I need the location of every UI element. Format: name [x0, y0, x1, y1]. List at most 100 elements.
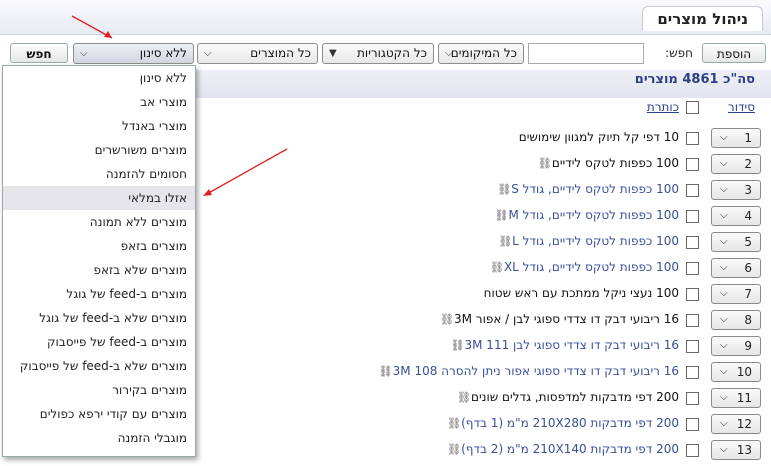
row-checkbox[interactable]	[686, 236, 699, 249]
sort-order-select[interactable]: 4 ⌵	[711, 206, 761, 226]
row-checkbox[interactable]	[686, 340, 699, 353]
link-icon: ⛓	[494, 209, 509, 222]
product-name-text: 16 ריבועי דבק דו צדדי ספוגי אפור ניתן לה…	[392, 364, 679, 378]
product-name-link[interactable]: 100 כפפות לטקס לידיים, גודל L⛓	[495, 234, 679, 248]
link-icon: ⛓	[537, 157, 552, 170]
sort-order-value: 7	[744, 287, 752, 301]
product-name-text: 100 כפפות לטקס לידיים, גודל M	[508, 208, 679, 222]
filter-menu-item[interactable]: מוצרים בקירור	[3, 378, 195, 402]
categories-select[interactable]: כל הקטגוריות ▼	[322, 43, 434, 64]
filter-menu-item[interactable]: מוצרים ב-feed של גוגל	[3, 282, 195, 306]
chevron-down-icon: ⌵	[720, 210, 728, 221]
product-name-link[interactable]: 16 ריבועי דבק דו צדדי ספוגי לבן / אפור 3…	[437, 312, 679, 326]
product-name-link[interactable]: 100 כפפות לטקס לידיים, גודל M⛓	[492, 208, 679, 222]
page-title: ניהול מוצרים	[642, 6, 763, 31]
filter-menu-item[interactable]: מוצרי אב	[3, 90, 195, 114]
filter-menu-item[interactable]: חסומים להזמנה	[3, 162, 195, 186]
row-checkbox[interactable]	[686, 158, 699, 171]
link-icon: ⛓	[498, 235, 513, 248]
row-checkbox[interactable]	[686, 366, 699, 379]
product-name-text: 16 ריבועי דבק דו צדדי ספוגי לבן 3M 111	[464, 338, 680, 352]
sort-header[interactable]: סידור	[728, 100, 755, 114]
sort-order-select[interactable]: 10 ⌵	[711, 362, 761, 382]
row-checkbox[interactable]	[686, 210, 699, 223]
product-name-link[interactable]: 16 ריבועי דבק דו צדדי ספוגי לבן 3M 111⛓	[448, 338, 679, 352]
row-checkbox[interactable]	[686, 288, 699, 301]
product-name-text: 100 כפפות לטקס לידיים	[551, 156, 679, 170]
filter-menu-item[interactable]: מוצרים עם קודי ירפא כפולים	[3, 402, 195, 426]
sort-order-select[interactable]: 8 ⌵	[711, 310, 761, 330]
product-name-link[interactable]: 10 דפי קל תיוק למגוון שימושים	[519, 130, 679, 144]
row-checkbox[interactable]	[686, 132, 699, 145]
toolbar: הוספת מוצר חפש: כל המיקומים ⌵ כל הקטגורי…	[0, 42, 771, 81]
sort-order-select[interactable]: 5 ⌵	[711, 232, 761, 252]
sort-order-value: 1	[744, 131, 752, 145]
sort-order-value: 4	[744, 209, 752, 223]
row-checkbox[interactable]	[686, 444, 699, 457]
filter-menu-item[interactable]: מוגבלי הזמנה	[3, 426, 195, 450]
link-icon: ⛓	[450, 339, 465, 352]
sort-order-select[interactable]: 7 ⌵	[711, 284, 761, 304]
title-header[interactable]: כותרת	[647, 100, 679, 114]
annotation-arrow	[203, 148, 288, 196]
filter-select-value: ללא סינון	[139, 46, 187, 60]
filter-menu-item[interactable]: מוצרים שלא ב-feed של פייסבוק	[3, 354, 195, 378]
filter-select[interactable]: ללא סינון ⌵	[73, 43, 194, 64]
table-row: 10 ⌵ 16 ריבועי דבק דו צדדי ספוגי אפור ניתן…	[200, 360, 771, 384]
chevron-down-icon: ⌵	[720, 158, 728, 169]
filter-menu-item[interactable]: מוצרים שלא ב-feed של גוגל	[3, 306, 195, 330]
locations-select-value: כל המיקומים	[450, 46, 517, 60]
sort-order-value: 8	[744, 313, 752, 327]
filter-menu-item[interactable]: מוצרים ללא תמונה	[3, 210, 195, 234]
search-button[interactable]: חפש	[10, 43, 68, 63]
table-row: 13 ⌵ 200 דפי מדבקות 210X140 מ"מ (2 בדף)⛓	[200, 438, 771, 462]
sort-order-select[interactable]: 1 ⌵	[711, 128, 761, 148]
row-checkbox[interactable]	[686, 314, 699, 327]
product-name-link[interactable]: 100 כפפות לטקס לידיים⛓	[535, 156, 679, 170]
annotation-arrow	[71, 15, 113, 39]
product-name-link[interactable]: 100 נעצי ניקל ממתכת עם ראש שטוח	[484, 286, 679, 300]
row-checkbox[interactable]	[686, 418, 699, 431]
sort-order-value: 11	[736, 391, 752, 405]
sort-order-select[interactable]: 12 ⌵	[711, 414, 761, 434]
sort-order-value: 3	[744, 183, 752, 197]
sort-order-value: 10	[736, 365, 752, 379]
select-all-checkbox[interactable]	[686, 101, 699, 114]
chevron-down-icon: ⌵	[720, 340, 728, 351]
chevron-down-icon: ⌵	[204, 48, 212, 59]
row-checkbox[interactable]	[686, 392, 699, 405]
row-checkbox[interactable]	[686, 262, 699, 275]
product-name-link[interactable]: 100 כפפות לטקס לידיים, גודל S⛓	[494, 182, 679, 196]
sort-order-select[interactable]: 11 ⌵	[711, 388, 761, 408]
filter-menu-item[interactable]: מוצרים בזאפ	[3, 234, 195, 258]
filter-menu-item[interactable]: מוצרים ב-feed של פייסבוק	[3, 330, 195, 354]
search-input[interactable]	[528, 43, 644, 64]
table-row: 4 ⌵ 100 כפפות לטקס לידיים, גודל M⛓	[200, 204, 771, 228]
locations-select[interactable]: כל המיקומים ⌵	[438, 43, 524, 64]
sort-order-select[interactable]: 3 ⌵	[711, 180, 761, 200]
row-checkbox[interactable]	[686, 184, 699, 197]
products-summary: סה"כ 4861 מוצרים	[634, 72, 755, 87]
add-product-button[interactable]: הוספת מוצר	[702, 43, 766, 81]
sort-order-select[interactable]: 13 ⌵	[711, 440, 761, 460]
product-name-link[interactable]: 16 ריבועי דבק דו צדדי ספוגי אפור ניתן לה…	[376, 364, 679, 378]
filter-menu-item[interactable]: מוצרים משורשרים	[3, 138, 195, 162]
sort-order-select[interactable]: 2 ⌵	[711, 154, 761, 174]
product-name-link[interactable]: 200 דפי מדבקות 210X280 מ"מ (1 בדף)⛓	[444, 416, 679, 430]
products-select[interactable]: כל המוצרים ⌵	[197, 43, 318, 64]
product-name-link[interactable]: 200 דפי מדבקות 210X140 מ"מ (2 בדף)⛓	[444, 442, 679, 456]
filter-menu-item[interactable]: מוצרים שלא בזאפ	[3, 258, 195, 282]
sort-order-value: 6	[744, 261, 752, 275]
filter-menu-item[interactable]: מוצרי באנדל	[3, 114, 195, 138]
filter-menu-item[interactable]: אזלו במלאי	[3, 186, 195, 210]
table-row: 11 ⌵ 200 דפי מדבקות למדפסות, גדלים שונים⛓	[200, 386, 771, 410]
product-name-text: 100 כפפות לטקס לידיים, גודל L	[512, 234, 679, 248]
sort-order-select[interactable]: 6 ⌵	[711, 258, 761, 278]
link-icon: ⛓	[489, 261, 504, 274]
filter-menu-item[interactable]: ללא סינון	[3, 66, 195, 90]
product-name-link[interactable]: 200 דפי מדבקות למדפסות, גדלים שונים⛓	[454, 390, 679, 404]
table-row: 12 ⌵ 200 דפי מדבקות 210X280 מ"מ (1 בדף)⛓	[200, 412, 771, 436]
sort-order-select[interactable]: 9 ⌵	[711, 336, 761, 356]
product-name-link[interactable]: 100 כפפות לטקס לידיים, גודל XL⛓	[487, 260, 679, 274]
chevron-down-icon: ⌵	[720, 418, 728, 429]
